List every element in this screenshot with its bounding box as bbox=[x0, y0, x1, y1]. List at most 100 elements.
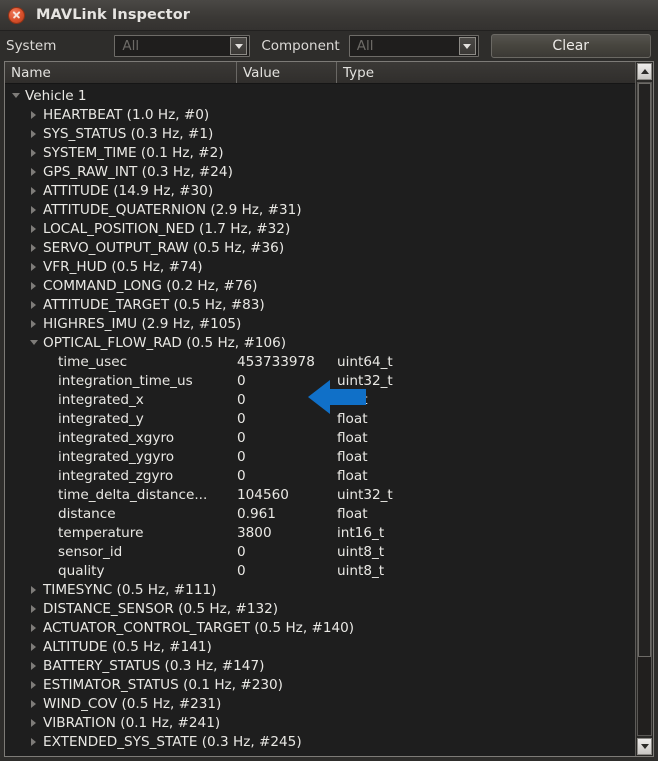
tree-item-message[interactable]: VIBRATION (0.1 Hz, #241) bbox=[5, 713, 635, 732]
tree-column-headers: Name Value Type bbox=[5, 62, 635, 84]
tree-item-field[interactable]: time_delta_distance... 104560 uint32_t bbox=[5, 485, 635, 504]
message-tree[interactable]: Vehicle 1 HEARTBEAT (1.0 Hz, #0) SYS_STATU… bbox=[5, 84, 635, 756]
scrollbar-track[interactable] bbox=[637, 82, 652, 736]
close-icon[interactable] bbox=[8, 6, 25, 24]
component-select[interactable]: All bbox=[348, 35, 479, 57]
chevron-right-icon[interactable] bbox=[27, 623, 40, 632]
field-name: time_delta_distance... bbox=[58, 486, 208, 503]
chevron-right-icon[interactable] bbox=[27, 186, 40, 195]
tree-item-field[interactable]: integrated_zgyro 0 float bbox=[5, 466, 635, 485]
chevron-right-icon[interactable] bbox=[27, 281, 40, 290]
field-value: 0 bbox=[237, 410, 246, 427]
field-name: integrated_ygyro bbox=[58, 448, 175, 465]
tree-item-message[interactable]: LOCAL_POSITION_NED (1.7 Hz, #32) bbox=[5, 219, 635, 238]
tree-item-vehicle-root[interactable]: Vehicle 1 bbox=[5, 86, 635, 105]
chevron-right-icon[interactable] bbox=[27, 718, 40, 727]
field-type: uint64_t bbox=[337, 353, 393, 370]
tree-item-label: EXTENDED_SYS_STATE (0.3 Hz, #245) bbox=[43, 733, 302, 750]
tree-item-message[interactable]: ALTITUDE (0.5 Hz, #141) bbox=[5, 637, 635, 656]
chevron-right-icon[interactable] bbox=[27, 585, 40, 594]
tree-item-field[interactable]: temperature 3800 int16_t bbox=[5, 523, 635, 542]
tree-item-field[interactable]: integrated_xgyro 0 float bbox=[5, 428, 635, 447]
tree-item-message[interactable]: OPTICAL_FLOW_RAD (0.5 Hz, #106) bbox=[5, 333, 635, 352]
column-header-type[interactable]: Type bbox=[337, 62, 635, 83]
tree-item-field[interactable]: integrated_y 0 float bbox=[5, 409, 635, 428]
tree-item-field[interactable]: integration_time_us 0 uint32_t bbox=[5, 371, 635, 390]
field-value: 0.961 bbox=[237, 505, 276, 522]
chevron-down-icon[interactable] bbox=[27, 340, 40, 345]
tree-item-message[interactable]: ATTITUDE_TARGET (0.5 Hz, #83) bbox=[5, 295, 635, 314]
scroll-down-icon[interactable] bbox=[637, 738, 652, 755]
field-value: 0 bbox=[237, 391, 246, 408]
chevron-right-icon[interactable] bbox=[27, 148, 40, 157]
tree-item-label: SYSTEM_TIME (0.1 Hz, #2) bbox=[43, 144, 224, 161]
tree-item-message[interactable]: HEARTBEAT (1.0 Hz, #0) bbox=[5, 105, 635, 124]
component-label: Component bbox=[261, 38, 340, 54]
tree-item-field[interactable]: integrated_x 0 float bbox=[5, 390, 635, 409]
clear-button[interactable]: Clear bbox=[490, 34, 651, 58]
filter-toolbar: System All Component All Clear bbox=[0, 31, 658, 61]
field-type: float bbox=[337, 467, 368, 484]
chevron-down-icon[interactable] bbox=[9, 93, 22, 98]
vertical-scrollbar[interactable] bbox=[635, 62, 653, 756]
chevron-right-icon[interactable] bbox=[27, 300, 40, 309]
field-type: int16_t bbox=[337, 524, 385, 541]
chevron-right-icon[interactable] bbox=[27, 224, 40, 233]
tree-item-message[interactable]: ATTITUDE_QUATERNION (2.9 Hz, #31) bbox=[5, 200, 635, 219]
chevron-right-icon[interactable] bbox=[27, 661, 40, 670]
tree-item-message[interactable]: SERVO_OUTPUT_RAW (0.5 Hz, #36) bbox=[5, 238, 635, 257]
tree-item-message[interactable]: ATTITUDE (14.9 Hz, #30) bbox=[5, 181, 635, 200]
tree-item-label: OPTICAL_FLOW_RAD (0.5 Hz, #106) bbox=[43, 334, 287, 351]
chevron-right-icon[interactable] bbox=[27, 680, 40, 689]
field-value: 3800 bbox=[237, 524, 272, 541]
scroll-up-icon[interactable] bbox=[637, 63, 652, 80]
tree-item-message[interactable]: TIMESYNC (0.5 Hz, #111) bbox=[5, 580, 635, 599]
chevron-right-icon[interactable] bbox=[27, 243, 40, 252]
tree-item-message[interactable]: EXTENDED_SYS_STATE (0.3 Hz, #245) bbox=[5, 732, 635, 751]
field-name: sensor_id bbox=[58, 543, 123, 560]
tree-item-message[interactable]: HIGHRES_IMU (2.9 Hz, #105) bbox=[5, 314, 635, 333]
scrollbar-thumb[interactable] bbox=[638, 83, 651, 657]
tree-item-label: GPS_RAW_INT (0.3 Hz, #24) bbox=[43, 163, 233, 180]
tree-item-label: ATTITUDE_TARGET (0.5 Hz, #83) bbox=[43, 296, 265, 313]
chevron-right-icon[interactable] bbox=[27, 205, 40, 214]
tree-item-label: ATTITUDE (14.9 Hz, #30) bbox=[43, 182, 214, 199]
chevron-right-icon[interactable] bbox=[27, 737, 40, 746]
chevron-right-icon[interactable] bbox=[27, 319, 40, 328]
tree-item-message[interactable]: GPS_RAW_INT (0.3 Hz, #24) bbox=[5, 162, 635, 181]
tree-item-field[interactable]: time_usec 453733978 uint64_t bbox=[5, 352, 635, 371]
chevron-right-icon[interactable] bbox=[27, 110, 40, 119]
chevron-right-icon[interactable] bbox=[27, 129, 40, 138]
column-header-value[interactable]: Value bbox=[237, 62, 337, 83]
chevron-right-icon[interactable] bbox=[27, 699, 40, 708]
tree-item-message[interactable]: BATTERY_STATUS (0.3 Hz, #147) bbox=[5, 656, 635, 675]
field-type: float bbox=[337, 505, 368, 522]
tree-item-label: WIND_COV (0.5 Hz, #231) bbox=[43, 695, 222, 712]
tree-item-field[interactable]: sensor_id 0 uint8_t bbox=[5, 542, 635, 561]
tree-viewport: Name Value Type Vehicle 1 HEARTBEAT (1.0 … bbox=[5, 62, 635, 756]
chevron-right-icon[interactable] bbox=[27, 604, 40, 613]
tree-item-message[interactable]: SYSTEM_TIME (0.1 Hz, #2) bbox=[5, 143, 635, 162]
chevron-down-icon[interactable] bbox=[230, 37, 248, 55]
chevron-right-icon[interactable] bbox=[27, 642, 40, 651]
title-bar: MAVLink Inspector bbox=[0, 0, 658, 31]
tree-item-message[interactable]: VFR_HUD (0.5 Hz, #74) bbox=[5, 257, 635, 276]
tree-item-message[interactable]: COMMAND_LONG (0.2 Hz, #76) bbox=[5, 276, 635, 295]
tree-item-message[interactable]: WIND_COV (0.5 Hz, #231) bbox=[5, 694, 635, 713]
column-header-name[interactable]: Name bbox=[5, 62, 237, 83]
component-select-value: All bbox=[356, 38, 374, 54]
tree-item-field[interactable]: integrated_ygyro 0 float bbox=[5, 447, 635, 466]
tree-item-message[interactable]: SYS_STATUS (0.3 Hz, #1) bbox=[5, 124, 635, 143]
chevron-right-icon[interactable] bbox=[27, 262, 40, 271]
chevron-down-icon[interactable] bbox=[458, 37, 476, 55]
tree-item-message[interactable]: ACTUATOR_CONTROL_TARGET (0.5 Hz, #140) bbox=[5, 618, 635, 637]
chevron-right-icon[interactable] bbox=[27, 167, 40, 176]
tree-item-label: BATTERY_STATUS (0.3 Hz, #147) bbox=[43, 657, 265, 674]
tree-item-field[interactable]: distance 0.961 float bbox=[5, 504, 635, 523]
field-value: 0 bbox=[237, 543, 246, 560]
tree-item-field[interactable]: quality 0 uint8_t bbox=[5, 561, 635, 580]
tree-item-message[interactable]: DISTANCE_SENSOR (0.5 Hz, #132) bbox=[5, 599, 635, 618]
system-select[interactable]: All bbox=[114, 35, 251, 57]
tree-item-message[interactable]: ESTIMATOR_STATUS (0.1 Hz, #230) bbox=[5, 675, 635, 694]
field-name: integrated_xgyro bbox=[58, 429, 175, 446]
